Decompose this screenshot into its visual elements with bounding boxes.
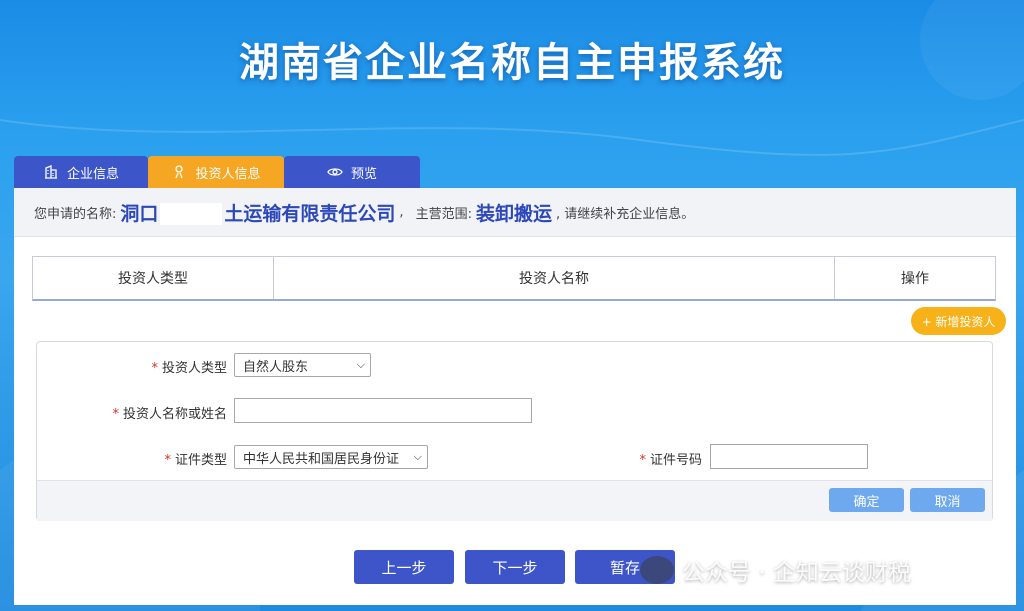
next-step-button[interactable]: 下一步: [465, 550, 565, 584]
id-number-label: * 证件号码: [627, 449, 702, 468]
required-mark: *: [164, 453, 171, 468]
investor-type-label: * 投资人类型: [137, 357, 227, 376]
eye-icon: [327, 168, 343, 176]
confirm-button[interactable]: 确定: [829, 488, 904, 512]
add-investor-button[interactable]: + 新增投资人: [911, 307, 1006, 335]
column-investor-type: 投资人类型: [33, 257, 274, 299]
info-separator: ,: [399, 204, 404, 220]
tab-label: 企业信息: [66, 166, 119, 182]
main-panel: 您申请的名称: 洞口 土运输有限责任公司 , 主营范围: 装卸搬运 , 请继续补充…: [14, 188, 1016, 605]
wechat-logo-icon: [640, 556, 674, 584]
company-name-end: 土运输有限责任公司: [224, 202, 396, 225]
building-icon: [44, 165, 57, 179]
company-name: 洞口 土运输有限责任公司: [120, 199, 395, 226]
watermark-text: 公众号 · 企知云谈财税: [682, 560, 911, 586]
prev-step-button[interactable]: 上一步: [354, 550, 454, 584]
tab-investor-info[interactable]: 投资人信息: [148, 156, 284, 188]
tab-preview[interactable]: 预览: [284, 156, 420, 188]
company-name-start: 洞口: [120, 202, 159, 225]
label-text: 证件号码: [649, 453, 702, 468]
id-number-input[interactable]: [710, 444, 868, 469]
investor-name-input[interactable]: [234, 398, 532, 423]
chevron-down-icon: ⌵: [356, 358, 365, 371]
form-footer: 确定 取消: [37, 480, 992, 521]
info-prefix: 您申请的名称:: [34, 206, 117, 222]
application-info-bar: 您申请的名称: 洞口 土运输有限责任公司 , 主营范围: 装卸搬运 , 请继续补充…: [14, 188, 1016, 237]
label-text: 投资人类型: [161, 361, 227, 376]
tab-label: 投资人信息: [195, 166, 261, 182]
scope-value: 装卸搬运: [475, 202, 552, 225]
column-actions: 操作: [901, 271, 929, 287]
column-investor-name: 投资人名称: [274, 257, 835, 299]
watermark: 公众号 · 企知云谈财税: [640, 553, 911, 587]
tab-company-info[interactable]: 企业信息: [14, 156, 148, 188]
system-title: 湖南省企业名称自主申报系统: [239, 40, 785, 86]
investor-type-select[interactable]: 自然人股东 ⌵: [234, 353, 371, 377]
info-suffix: , 请继续补充企业信息。: [555, 206, 695, 222]
label-text: 证件类型: [174, 453, 227, 468]
cancel-button[interactable]: 取消: [910, 488, 985, 512]
tab-bar: 企业信息 投资人信息 预览: [14, 156, 420, 188]
id-type-label: * 证件类型: [137, 449, 227, 468]
investor-table-header: 投资人类型 投资人名称 操作: [32, 256, 996, 301]
investor-name-label: * 投资人名称或姓名: [97, 403, 227, 422]
required-mark: *: [151, 361, 158, 376]
chevron-down-icon: ⌵: [413, 450, 422, 463]
required-mark: *: [639, 453, 646, 468]
label-text: 投资人名称或姓名: [122, 407, 227, 422]
investor-form: * 投资人类型 自然人股东 ⌵ * 投资人名称或姓名 * 证件类型 中华人民共和国居民…: [36, 341, 993, 521]
select-value: 中华人民共和国居民身份证: [243, 451, 400, 467]
tab-label: 预览: [350, 166, 377, 182]
required-mark: *: [112, 407, 119, 422]
id-type-select[interactable]: 中华人民共和国居民身份证 ⌵: [234, 445, 428, 469]
scope-label: 主营范围:: [415, 206, 472, 222]
user-icon: [175, 165, 184, 179]
redaction-mask: [160, 203, 223, 225]
select-value: 自然人股东: [243, 359, 309, 375]
